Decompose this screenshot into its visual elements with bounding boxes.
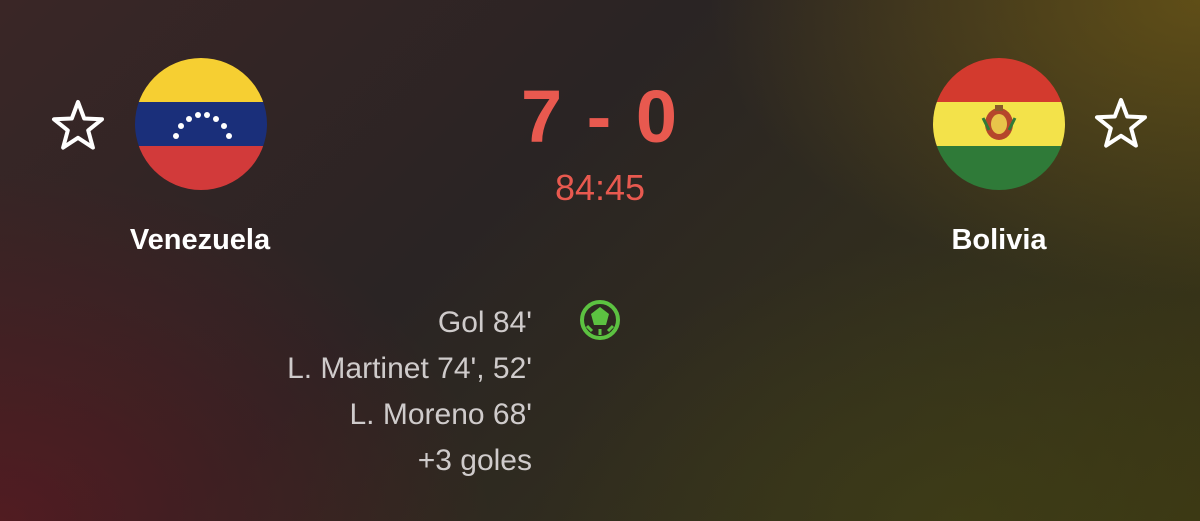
favorite-home-star-icon[interactable] (50, 98, 106, 154)
event-scorer-martinet: L. Martinet 74', 52' (287, 352, 532, 385)
soccer-ball-icon (579, 299, 621, 341)
event-goal-latest: Gol 84' (437, 306, 532, 339)
event-more-goals: +3 goles (417, 444, 532, 477)
match-clock: 84:45 (554, 167, 646, 208)
venezuela-flag-icon (135, 58, 267, 190)
goal-events-list: Gol 84' L. Martinet 74', 52' L. Moreno 6… (287, 300, 532, 484)
away-team-name[interactable]: Bolivia (899, 224, 1099, 257)
match-score: 7 - 0 (520, 75, 680, 158)
bolivia-flag-icon (933, 58, 1065, 190)
home-team-name[interactable]: Venezuela (100, 224, 300, 257)
event-scorer-moreno: L. Moreno 68' (349, 398, 532, 431)
favorite-away-star-icon[interactable] (1093, 96, 1149, 152)
